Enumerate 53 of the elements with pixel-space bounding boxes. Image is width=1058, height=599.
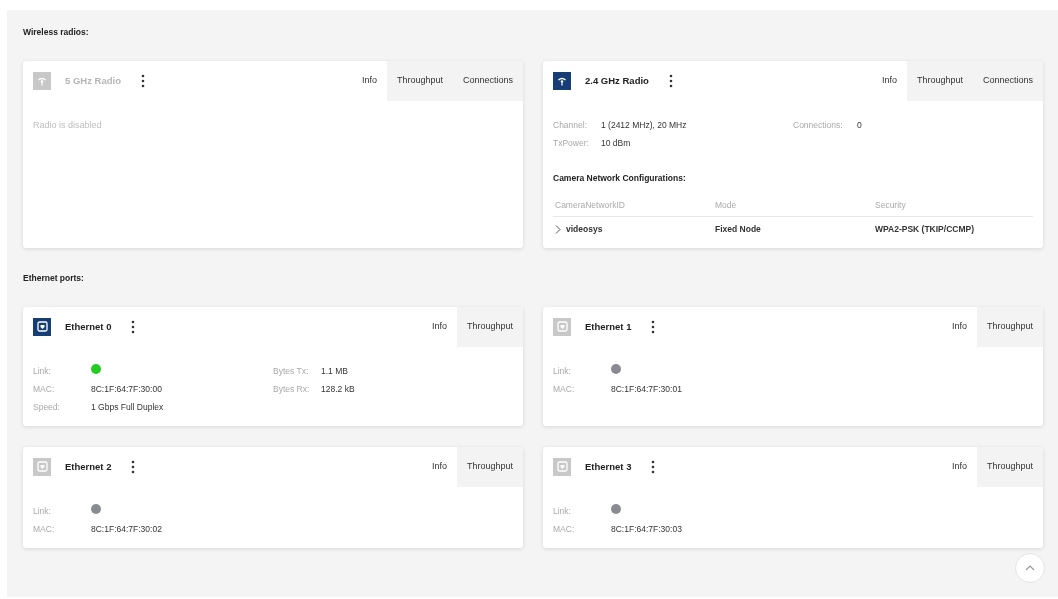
field-label: Speed: xyxy=(33,400,61,414)
tab[interactable]: Throughput xyxy=(976,306,1043,347)
field-label: MAC: xyxy=(553,382,576,396)
table-cell-text: WPA2-PSK (TKIP/CCMP) xyxy=(875,223,975,236)
field-value: 1.1 MB xyxy=(321,364,348,378)
section-subtitle: Camera Network Configurations: xyxy=(553,171,687,185)
field-label: Link: xyxy=(33,364,52,378)
card-title: Ethernet 0 xyxy=(65,319,112,334)
card-title: Ethernet 1 xyxy=(585,319,632,334)
chevron-up-icon xyxy=(1025,565,1035,571)
column-header: Security xyxy=(875,198,907,212)
field-value: 8C:1F:64:7F:30:02 xyxy=(91,522,162,536)
section-heading: Wireless radios: xyxy=(23,26,90,39)
field-value: 1 (2412 MHz), 20 MHz xyxy=(601,118,687,132)
field-value: 8C:1F:64:7F:30:03 xyxy=(611,522,682,536)
field-label: MAC: xyxy=(33,522,56,536)
card-title: 5 GHz Radio xyxy=(65,73,121,88)
more-options-icon[interactable] xyxy=(668,73,673,88)
column-header: CameraNetworkID xyxy=(555,198,626,212)
field-value: 10 dBm xyxy=(601,136,631,150)
table-cell: videosys xyxy=(566,223,603,236)
more-options-icon[interactable] xyxy=(131,319,136,334)
section-heading: Ethernet ports: xyxy=(23,272,85,285)
field-value: 1 Gbps Full Duplex xyxy=(91,400,164,414)
more-options-icon[interactable] xyxy=(651,319,656,334)
tab[interactable]: Throughput xyxy=(456,306,523,347)
field-label: Link: xyxy=(553,504,572,518)
tab[interactable]: Throughput xyxy=(906,60,973,101)
more-options-icon[interactable] xyxy=(140,73,145,88)
field-value: 8C:1F:64:7F:30:01 xyxy=(611,382,682,396)
card-title: 2.4 GHz Radio xyxy=(585,73,649,88)
field-label: Bytes Tx: xyxy=(273,364,310,378)
card-title: Ethernet 2 xyxy=(65,459,112,474)
field-label: Channel: xyxy=(553,118,589,132)
field-value: 8C:1F:64:7F:30:00 xyxy=(91,382,162,396)
field-label: MAC: xyxy=(33,382,56,396)
status-message: Radio is disabled xyxy=(33,118,103,132)
tab[interactable]: Throughput xyxy=(456,446,523,487)
more-options-icon[interactable] xyxy=(131,459,136,474)
field-label: Connections: xyxy=(793,118,844,132)
field-label: Link: xyxy=(553,364,572,378)
field-label: Bytes Rx: xyxy=(273,382,311,396)
field-value: 128.2 kB xyxy=(321,382,355,396)
table-cell-text: Fixed Node xyxy=(715,223,762,236)
more-options-icon[interactable] xyxy=(651,459,656,474)
column-header: Mode xyxy=(715,198,738,212)
tab[interactable]: Throughput xyxy=(976,446,1043,487)
tab[interactable]: Connections xyxy=(972,60,1043,101)
field-value: 0 xyxy=(857,118,862,132)
field-label: MAC: xyxy=(553,522,576,536)
field-label: Link: xyxy=(33,504,52,518)
card-title: Ethernet 3 xyxy=(585,459,632,474)
field-label: TxPower: xyxy=(553,136,590,150)
